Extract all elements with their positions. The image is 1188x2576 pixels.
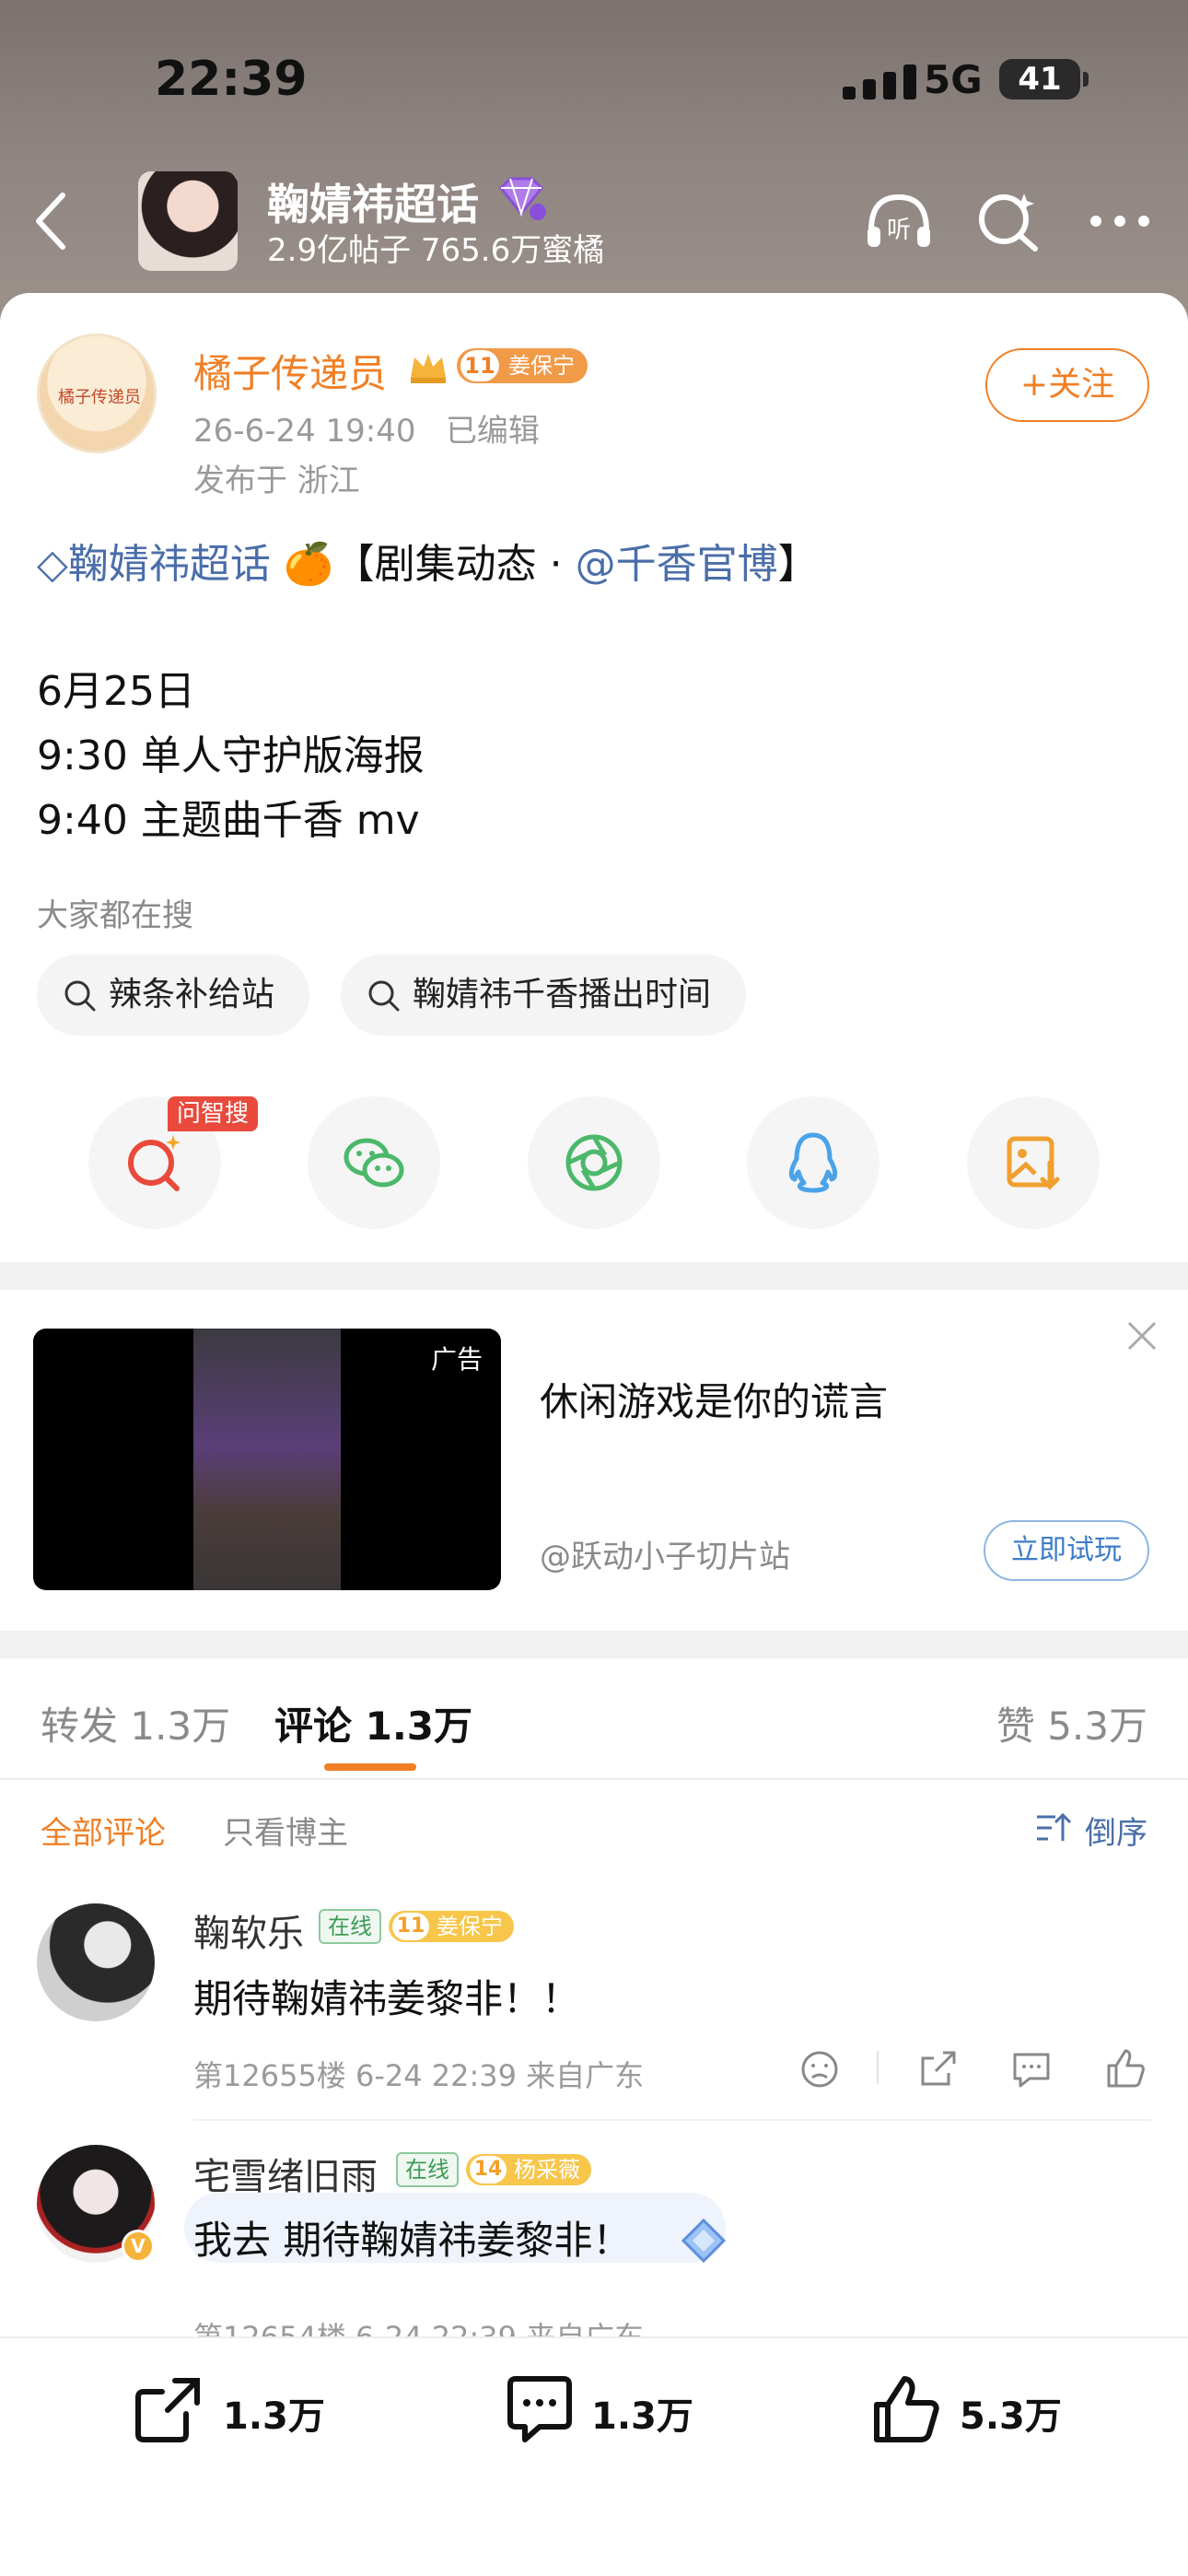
tab-comment[interactable]: 评论 1.3万 [274, 1695, 472, 1751]
orange-emoji-icon: 🍊 [283, 541, 334, 588]
comment-text: 我去 期待鞠婧祎姜黎非！ [193, 2218, 632, 2263]
diamond-sticker-icon [681, 2218, 727, 2264]
filter-all-comments[interactable]: 全部评论 [41, 1808, 166, 1853]
online-badge: 在线 [396, 2152, 459, 2187]
verified-v-icon: V [122, 2230, 155, 2263]
vip-crown-icon [411, 354, 446, 383]
ad-try-button[interactable]: 立即试玩 [984, 1520, 1149, 1581]
signal-icon [843, 64, 916, 100]
post-time: 26-6-24 19:40 已编辑 [193, 413, 540, 450]
comment-icon[interactable] [503, 2373, 577, 2447]
section-divider [0, 1631, 1188, 1658]
section-divider [0, 1262, 1188, 1290]
mention-link[interactable]: @千香官博 [576, 541, 778, 588]
more-icon[interactable] [1083, 184, 1157, 258]
listen-icon[interactable]: 听 [862, 184, 936, 258]
ad-title[interactable]: 休闲游戏是你的谎言 [540, 1371, 888, 1427]
author-name[interactable]: 橘子传递员 [193, 343, 387, 399]
search-chip[interactable]: 鞠婧祎千香播出时间 [341, 954, 747, 1036]
search-icon[interactable] [971, 184, 1044, 258]
wechat-share-button[interactable] [308, 1096, 440, 1229]
tab-repost[interactable]: 转发 1.3万 [41, 1695, 230, 1751]
like-count[interactable]: 5.3万 [960, 2386, 1062, 2440]
wechat-icon [344, 1138, 404, 1188]
super-topic-gem-icon [498, 177, 546, 220]
search-icon [368, 980, 400, 1012]
topic-link-icon: ◇ [37, 541, 68, 588]
ad-thumbnail[interactable]: 广告 [33, 1329, 501, 1590]
svg-text:听: 听 [887, 217, 911, 244]
reply-icon[interactable] [1009, 2047, 1054, 2091]
fan-level-badge: 11 姜保宁 [389, 1911, 514, 1942]
follow-button[interactable]: +关注 [985, 348, 1149, 422]
share-icon[interactable] [915, 2047, 960, 2091]
network-type: 5G [924, 57, 983, 102]
commenter-name[interactable]: 鞠软乐 [193, 1903, 304, 1957]
author-avatar[interactable]: 橘子传递员 [37, 334, 157, 453]
online-badge: 在线 [319, 1909, 381, 1944]
moments-icon [565, 1134, 623, 1191]
comment-meta: 第12655楼 6-24 22:39 来自广东 [193, 2058, 645, 2093]
qq-icon [788, 1132, 838, 1193]
post-location: 发布于 浙江 [193, 463, 360, 499]
back-icon[interactable] [26, 182, 76, 260]
search-icon [64, 980, 96, 1012]
qq-share-button[interactable] [747, 1096, 879, 1229]
filter-author-only[interactable]: 只看博主 [223, 1808, 348, 1853]
dislike-icon[interactable] [798, 2047, 842, 2091]
topic-title[interactable]: 鞠婧祎超话 [267, 171, 479, 232]
topic-avatar[interactable] [138, 171, 238, 271]
repost-count[interactable]: 1.3万 [223, 2386, 325, 2440]
post-body: 6月25日 9:30 单人守护版海报 9:40 主题曲千香 mv [37, 668, 425, 844]
fan-level-badge: 11 姜保宁 [457, 348, 588, 383]
bottom-action-bar [0, 2336, 1188, 2576]
active-tab-indicator [324, 1763, 416, 1771]
topic-stats: 2.9亿帖子 765.6万蜜橘 [267, 232, 605, 269]
repost-icon[interactable] [131, 2373, 204, 2447]
ask-badge: 问智搜 [168, 1096, 259, 1131]
save-image-icon [1007, 1136, 1060, 1190]
like-icon[interactable] [869, 2373, 943, 2447]
comment-divider [193, 2119, 1151, 2121]
search-chip[interactable]: 辣条补给站 [37, 954, 310, 1036]
post-headline: ◇鞠婧祎超话 🍊【剧集动态 · @千香官博】 [37, 541, 819, 588]
moments-share-button[interactable] [528, 1096, 660, 1229]
edited-label: 已编辑 [445, 413, 540, 450]
topic-link[interactable]: 鞠婧祎超话 [68, 541, 271, 588]
battery-icon: 41 [999, 59, 1089, 100]
tab-like[interactable]: 赞 5.3万 [996, 1695, 1147, 1751]
action-divider [877, 2051, 879, 2084]
sort-order-button[interactable]: 倒序 [1035, 1808, 1147, 1853]
ad-tag: 广告 [430, 1344, 483, 1375]
comment-text: 期待鞠婧祎姜黎非！！ [193, 1976, 581, 2021]
fan-level-badge: 14 杨采薇 [466, 2154, 591, 2185]
save-image-button[interactable] [967, 1096, 1100, 1229]
comment-count[interactable]: 1.3万 [591, 2386, 693, 2440]
commenter-avatar[interactable] [37, 1903, 155, 2021]
ai-search-icon [128, 1135, 181, 1191]
status-time: 22:39 [155, 52, 308, 107]
sort-icon [1037, 1812, 1072, 1841]
like-icon[interactable] [1103, 2047, 1147, 2091]
close-icon[interactable] [1124, 1317, 1160, 1354]
ad-source: @跃动小子切片站 [540, 1539, 790, 1575]
header-background [0, 0, 1188, 332]
trending-search-heading: 大家都在搜 [37, 897, 193, 934]
